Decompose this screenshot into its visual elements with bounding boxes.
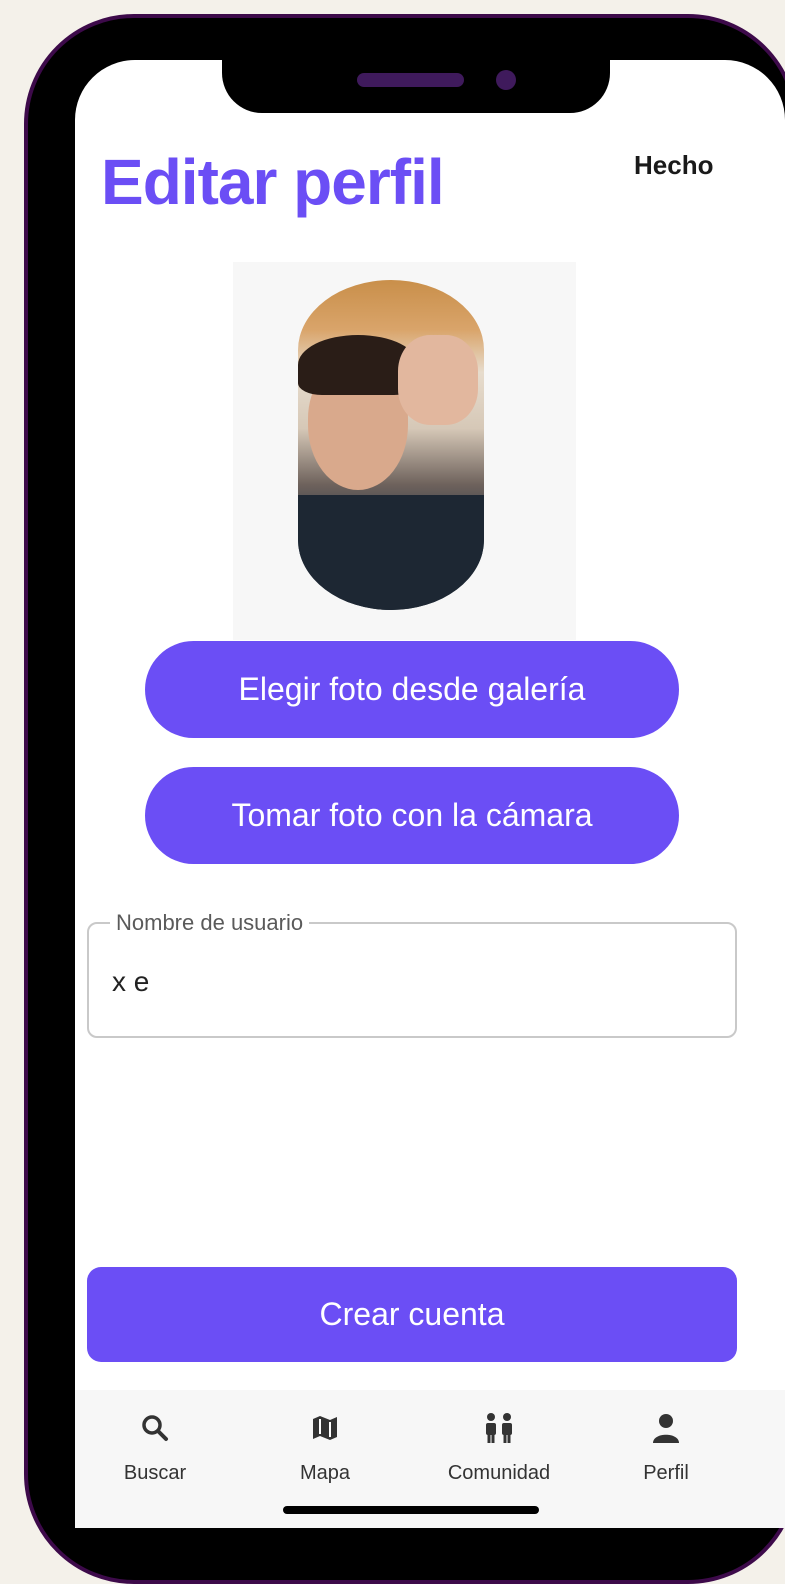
tab-profile-label: Perfil xyxy=(643,1462,689,1484)
username-label: Nombre de usuario xyxy=(110,910,310,936)
tab-community[interactable]: Comunidad xyxy=(429,1410,569,1485)
profile-icon xyxy=(650,1410,682,1446)
search-icon xyxy=(140,1410,170,1446)
tab-map[interactable]: Mapa xyxy=(255,1410,395,1485)
tab-profile[interactable]: Perfil xyxy=(596,1410,736,1485)
map-icon xyxy=(310,1410,340,1446)
tab-search-label: Buscar xyxy=(123,1462,187,1484)
tab-community-label: Comunidad xyxy=(447,1462,551,1484)
home-indicator xyxy=(283,1506,539,1514)
username-value[interactable]: x e xyxy=(112,966,149,998)
front-camera xyxy=(496,70,516,90)
take-photo-button[interactable]: Tomar foto con la cámara xyxy=(145,767,679,864)
photo-shirt xyxy=(298,495,484,610)
tab-search[interactable]: Buscar xyxy=(85,1410,225,1485)
choose-from-gallery-button[interactable]: Elegir foto desde galería xyxy=(145,641,679,738)
profile-photo[interactable] xyxy=(298,280,484,610)
create-account-button[interactable]: Crear cuenta xyxy=(87,1267,737,1362)
done-button[interactable]: Hecho xyxy=(634,150,713,181)
community-icon xyxy=(480,1410,518,1446)
username-field[interactable] xyxy=(87,922,737,1038)
tab-map-label: Mapa xyxy=(299,1462,351,1484)
page-title: Editar perfil xyxy=(101,146,445,218)
photo-fist xyxy=(398,335,478,425)
speaker xyxy=(357,73,464,87)
